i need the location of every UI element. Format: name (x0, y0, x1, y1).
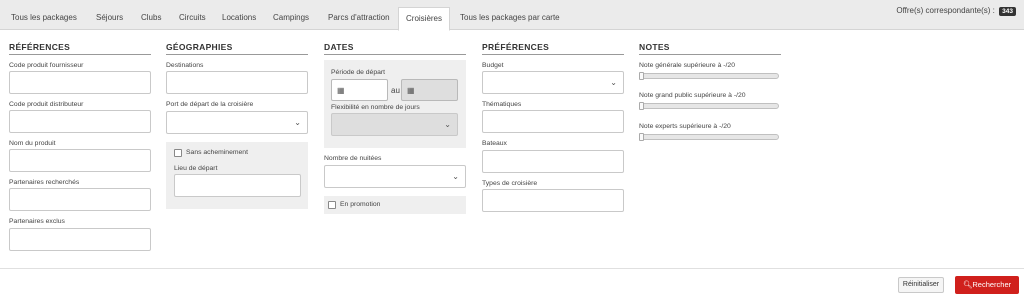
code-produit-fournisseur-input[interactable] (9, 71, 151, 94)
label-bateaux: Bateaux (482, 140, 507, 147)
label-lieu-depart: Lieu de départ (174, 165, 218, 172)
label-note-grand-public: Note grand public supérieure à -/20 (639, 92, 746, 99)
label-au: au (391, 86, 400, 95)
nom-produit-input[interactable] (9, 149, 151, 172)
label-flexibilite: Flexibilité en nombre de jours (331, 104, 420, 111)
label-nom-produit: Nom du produit (9, 140, 56, 147)
calendar-icon: ▦ (407, 86, 415, 95)
date-start-input[interactable]: ▦ (331, 79, 388, 101)
chevron-down-icon: ⌄ (444, 120, 451, 129)
label-thematiques: Thématiques (482, 101, 522, 108)
tab-campings[interactable]: Campings (273, 8, 309, 30)
search-button[interactable]: 🔍︎Rechercher (955, 276, 1019, 294)
label-partenaires-exclus: Partenaires exclus (9, 218, 65, 225)
tab-tous-les-packages[interactable]: Tous les packages (11, 8, 77, 30)
section-title-preferences: PRÉFÉRENCES (482, 42, 624, 55)
date-end-input[interactable]: ▦ (401, 79, 458, 101)
note-generale-slider[interactable] (639, 72, 779, 80)
bateaux-input[interactable] (482, 150, 624, 173)
port-depart-select[interactable]: ⌄ (166, 111, 308, 134)
chevron-down-icon: ⌄ (610, 78, 617, 87)
section-title-notes: NOTES (639, 42, 781, 55)
flexibilite-select[interactable]: ⌄ (331, 113, 458, 136)
code-produit-distributeur-input[interactable] (9, 110, 151, 133)
label-code-produit-fournisseur: Code produit fournisseur (9, 62, 84, 69)
acheminement-panel: Sans acheminement Lieu de départ (166, 142, 308, 209)
footer-divider (0, 268, 1024, 269)
label-partenaires-recherches: Partenaires recherchés (9, 179, 80, 186)
note-grand-public-slider[interactable] (639, 102, 779, 110)
label-note-experts: Note experts supérieure à -/20 (639, 123, 731, 130)
en-promotion-checkbox[interactable] (328, 201, 336, 209)
results-count: Offre(s) correspondante(s) : 343 (896, 6, 1016, 16)
tab-bar: Tous les packages Séjours Clubs Circuits… (0, 0, 1024, 31)
partenaires-exclus-input[interactable] (9, 228, 151, 251)
section-title-geographies: GÉOGRAPHIES (166, 42, 308, 55)
thematiques-input[interactable] (482, 110, 624, 133)
tab-clubs[interactable]: Clubs (141, 8, 161, 30)
label-nombre-nuitees: Nombre de nuitées (324, 155, 382, 162)
search-button-label: Rechercher (972, 280, 1012, 289)
tab-circuits[interactable]: Circuits (179, 8, 206, 30)
chevron-down-icon: ⌄ (452, 172, 459, 181)
label-sans-acheminement: Sans acheminement (186, 149, 248, 156)
note-experts-slider[interactable] (639, 133, 779, 141)
tab-sejours[interactable]: Séjours (96, 8, 123, 30)
label-types-croisiere: Types de croisière (482, 180, 538, 187)
search-icon: 🔍︎ (962, 280, 973, 289)
promotion-panel: En promotion (324, 196, 466, 214)
section-title-references: RÉFÉRENCES (9, 42, 151, 55)
dates-panel: Période de départ ▦ au ▦ Flexibilité en … (324, 60, 466, 148)
lieu-depart-input[interactable] (174, 174, 301, 197)
count-badge: 343 (999, 7, 1016, 16)
tab-locations[interactable]: Locations (222, 8, 256, 30)
calendar-icon: ▦ (337, 86, 345, 95)
budget-select[interactable]: ⌄ (482, 71, 624, 94)
label-periode-depart: Période de départ (331, 69, 386, 76)
label-destinations: Destinations (166, 62, 204, 69)
label-code-produit-distributeur: Code produit distributeur (9, 101, 84, 108)
tab-packages-par-carte[interactable]: Tous les packages par carte (460, 8, 560, 30)
nombre-nuitees-select[interactable]: ⌄ (324, 165, 466, 188)
types-croisiere-input[interactable] (482, 189, 624, 212)
label-note-generale: Note générale supérieure à -/20 (639, 62, 735, 69)
sans-acheminement-checkbox[interactable] (174, 149, 182, 157)
partenaires-recherches-input[interactable] (9, 188, 151, 211)
tab-parcs-attraction[interactable]: Parcs d'attraction (328, 8, 390, 30)
tab-croisieres[interactable]: Croisières (398, 7, 451, 31)
slider-handle[interactable] (639, 102, 644, 110)
reset-button[interactable]: Réinitialiser (898, 277, 944, 293)
label-port-depart: Port de départ de la croisière (166, 101, 254, 108)
destinations-input[interactable] (166, 71, 308, 94)
slider-handle[interactable] (639, 133, 644, 141)
label-budget: Budget (482, 62, 504, 69)
chevron-down-icon: ⌄ (294, 118, 301, 127)
section-title-dates: DATES (324, 42, 466, 55)
slider-handle[interactable] (639, 72, 644, 80)
results-label: Offre(s) correspondante(s) : (896, 6, 995, 15)
label-en-promotion: En promotion (340, 201, 381, 208)
